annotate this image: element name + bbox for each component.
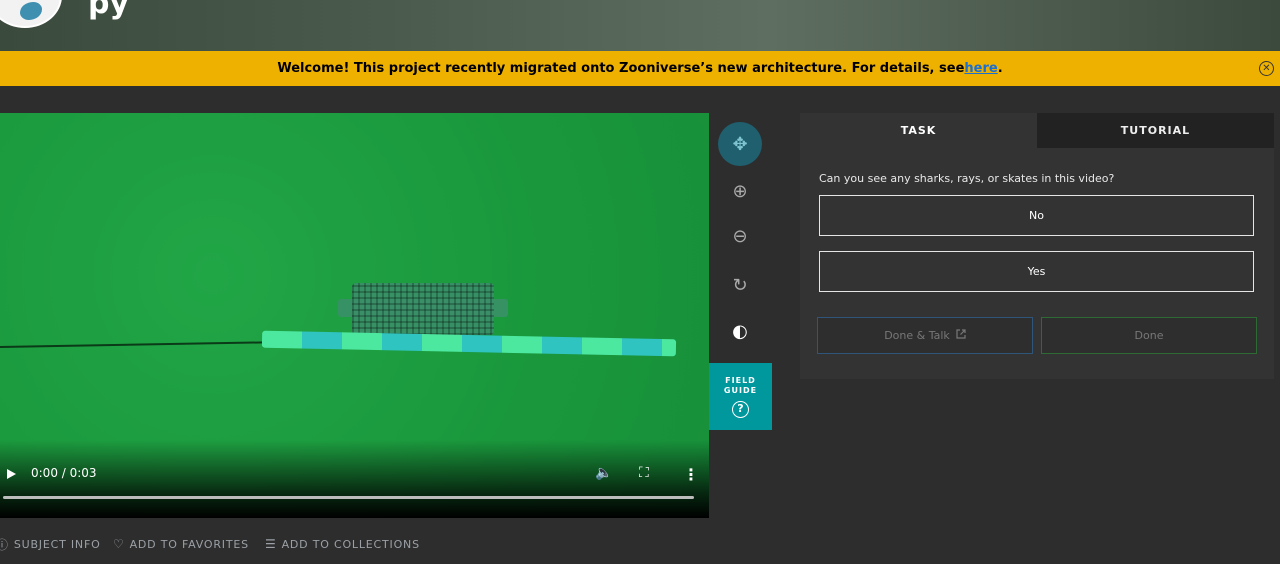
video-bait-cage <box>352 283 494 335</box>
task-question: Can you see any sharks, rays, or skates … <box>819 172 1115 185</box>
add-to-favorites-link[interactable]: ♡ ADD TO FAVORITES <box>113 536 249 552</box>
answer-no-button[interactable]: No <box>819 195 1254 236</box>
info-icon: ⓘ <box>0 537 9 552</box>
field-guide-label-2: GUIDE <box>723 385 758 395</box>
invert-icon[interactable]: ◐ <box>718 309 762 353</box>
banner-suffix: . <box>997 61 1003 76</box>
play-icon[interactable] <box>7 469 16 479</box>
answer-yes-button[interactable]: Yes <box>819 251 1254 292</box>
more-options-icon[interactable]: ⋮ <box>683 465 699 484</box>
project-header: py <box>0 0 1280 51</box>
shark-logo-icon <box>20 2 42 20</box>
add-to-collections-link[interactable]: ☰ ADD TO COLLECTIONS <box>265 536 420 552</box>
zoom-in-icon[interactable]: ⊕ <box>718 169 762 213</box>
video-time: 0:00 / 0:03 <box>31 466 97 480</box>
video-progress-bar[interactable] <box>3 496 694 499</box>
close-icon[interactable]: ✕ <box>1259 61 1274 76</box>
reset-icon[interactable]: ↻ <box>718 263 762 307</box>
project-title[interactable]: py <box>88 0 129 21</box>
done-and-talk-label: Done & Talk <box>884 329 950 342</box>
subject-info-label: SUBJECT INFO <box>13 537 101 551</box>
help-icon: ? <box>732 400 749 418</box>
zoom-out-icon[interactable]: ⊖ <box>718 214 762 258</box>
done-and-talk-button[interactable]: Done & Talk <box>817 317 1033 354</box>
task-tabs: TASK TUTORIAL <box>800 113 1274 148</box>
fullscreen-icon[interactable]: ⛶ <box>639 465 649 481</box>
banner-text: Welcome! This project recently migrated … <box>277 61 965 76</box>
heart-icon: ♡ <box>113 537 125 551</box>
move-icon[interactable]: ✥ <box>718 122 762 166</box>
volume-icon[interactable]: 🔈 <box>595 465 612 481</box>
banner-link[interactable]: here <box>964 61 997 76</box>
done-button[interactable]: Done <box>1041 317 1257 354</box>
image-toolbar: ✥ ⊕ ⊖ ↻ ◐ <box>709 113 772 363</box>
subject-info-link[interactable]: ⓘ SUBJECT INFO <box>0 536 101 552</box>
collections-label: ADD TO COLLECTIONS <box>281 537 420 551</box>
subject-video[interactable]: 0:00 / 0:03 🔈 ⛶ ⋮ <box>0 113 709 518</box>
field-guide-label-1: FIELD <box>725 375 756 385</box>
migration-banner: Welcome! This project recently migrated … <box>0 51 1280 86</box>
external-link-icon <box>956 329 966 342</box>
task-panel: TASK TUTORIAL Can you see any sharks, ra… <box>800 113 1274 379</box>
project-logo[interactable] <box>0 0 62 28</box>
tab-task[interactable]: TASK <box>800 113 1037 148</box>
field-guide-button[interactable]: FIELD GUIDE ? <box>709 363 772 430</box>
favorites-label: ADD TO FAVORITES <box>129 537 249 551</box>
list-icon: ☰ <box>265 537 277 551</box>
tab-tutorial[interactable]: TUTORIAL <box>1037 113 1274 148</box>
